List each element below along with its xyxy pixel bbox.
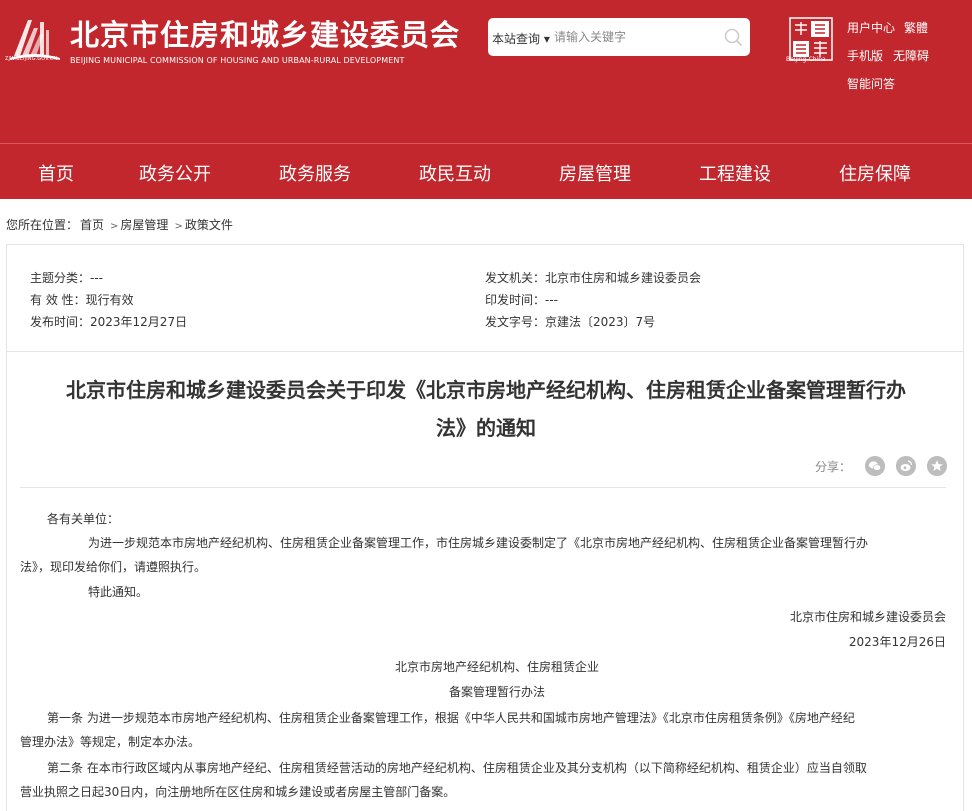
article-paragraph: 法》，现印发给你们，请遵照执行。 [20,560,207,574]
nav-item-housing-security[interactable]: 住房保障 [839,160,911,186]
meta-publish-date: 发布时间：2023年12月27日 [30,315,188,329]
measures-title: 备案管理暂行办法 [448,685,545,699]
capital-culture-logo-icon[interactable] [789,17,833,61]
article-clause: 第二条 在本市行政区域内从事房地产经纪、住房租赁经营活动的房地产经纪机构、住房租… [47,761,867,775]
site-title[interactable]: 北京市住房和城乡建设委员会 [70,12,460,54]
breadcrumb: 您所在位置： 首页 > 房屋管理 > 政策文件 [6,216,235,233]
logo-domain-text: ZJW.BEIJING.GOV.CN [5,56,58,62]
article-title: 北京市住房和城乡建设委员会关于印发《北京市房地产经纪机构、住房租赁企业备案管理暂… [0,371,972,447]
nav-item-engineering[interactable]: 工程建设 [699,160,771,186]
nav-item-public-interaction[interactable]: 政民互动 [419,160,491,186]
breadcrumb-item-home[interactable]: 首页 [80,218,104,232]
favorite-star-icon[interactable] [927,456,947,476]
article-salutation: 各有关单位： [47,512,120,526]
chevron-right-icon: > [110,221,119,232]
search-scope-select[interactable]: 本站查询 ▾ [492,30,550,47]
article-clause: 管理办法》等规定，制定本办法。 [20,735,201,749]
mobile-version-link[interactable]: 手机版 [847,47,883,64]
search-icon[interactable] [722,26,744,48]
document-meta-box: 主题分类：--- 有 效 性：现行有效 发布时间：2023年12月27日 发文机… [6,244,964,352]
article-signer: 北京市住房和城乡建设委员会 [789,610,946,624]
meta-issue-date: 印发时间：--- [485,293,558,307]
site-subtitle: BEIJING MUNICIPAL COMMISSION OF HOUSING … [70,56,405,65]
nav-item-home[interactable]: 首页 [38,160,74,186]
article-sign-date: 2023年12月26日 [848,635,946,649]
article-paragraph: 为进一步规范本市房地产经纪机构、住房租赁企业备案管理工作，市住房城乡建设委制定了… [88,536,869,550]
accessibility-link[interactable]: 无障碍 [893,47,929,64]
nav-item-government-services[interactable]: 政务服务 [279,160,351,186]
meta-topic: 主题分类：--- [30,271,103,285]
article-divider [20,487,946,488]
wechat-share-icon[interactable] [865,456,885,476]
breadcrumb-label: 您所在位置： [6,218,79,232]
chevron-right-icon: > [174,221,183,232]
meta-validity: 有 效 性：现行有效 [30,293,134,307]
article-clause: 营业执照之日起30日内，向注册地所在区住房和城乡建设或者房屋主管部门备案。 [20,785,456,799]
main-nav: 首页 政务公开 政务服务 政民互动 房屋管理 工程建设 住房保障 [0,143,972,199]
smart-qa-link[interactable]: 智能问答 [847,75,895,92]
site-header: ZJW.BEIJING.GOV.CN 北京市住房和城乡建设委员会 BEIJING… [0,0,972,143]
meta-document-number: 发文字号：京建法〔2023〕7号 [485,315,656,329]
search-box: 本站查询 ▾ [488,18,750,56]
measures-title: 北京市房地产经纪机构、住房租赁企业 [394,660,599,674]
capital-logo-text: Beijing-China [786,56,826,63]
article-title-line: 法》的通知 [436,416,536,440]
article-notice: 特此通知。 [88,585,149,599]
traditional-chinese-link[interactable]: 繁體 [904,19,928,36]
weibo-share-icon[interactable] [896,456,916,476]
user-center-link[interactable]: 用户中心 [847,19,895,36]
search-input[interactable] [554,26,704,48]
nav-item-housing-management[interactable]: 房屋管理 [559,160,631,186]
article-clause: 第一条 为进一步规范本市房地产经纪机构、住房租赁企业备案管理工作，根据《中华人民… [47,711,855,725]
article-title-line: 北京市住房和城乡建设委员会关于印发《北京市房地产经纪机构、住房租赁企业备案管理暂… [66,378,906,402]
meta-issuer: 发文机关：北京市住房和城乡建设委员会 [485,271,702,285]
breadcrumb-item-housing-management[interactable]: 房屋管理 [120,218,168,232]
breadcrumb-item-policy-files[interactable]: 政策文件 [185,218,233,232]
nav-item-government-affairs[interactable]: 政务公开 [139,160,211,186]
share-label: 分享： [815,460,852,474]
